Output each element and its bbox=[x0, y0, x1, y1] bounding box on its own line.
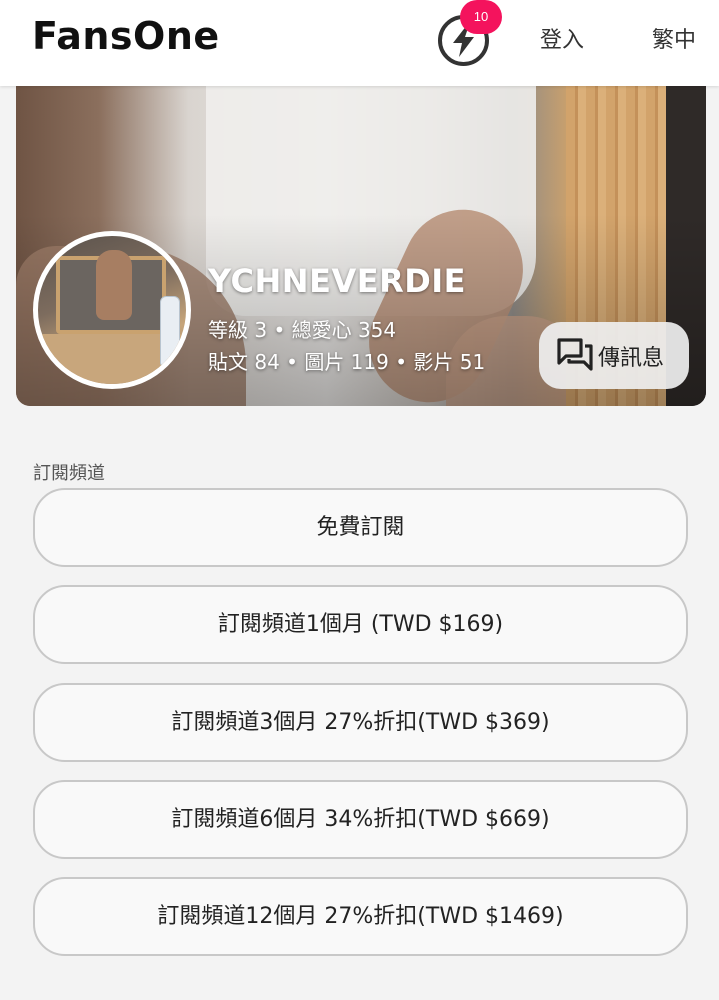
subscribe-12-month-button[interactable]: 訂閱頻道12個月 27%折扣(TWD $1469) bbox=[33, 877, 688, 956]
free-subscribe-button[interactable]: 免費訂閱 bbox=[33, 488, 688, 567]
top-bar: FansOne 10 登入 繁中 bbox=[0, 0, 719, 86]
chat-bubbles-icon bbox=[557, 338, 593, 371]
subscribe-6-month-button[interactable]: 訂閱頻道6個月 34%折扣(TWD $669) bbox=[33, 780, 688, 859]
profile-content-counts: 貼文 84 • 圖片 119 • 影片 51 bbox=[208, 350, 486, 374]
send-message-button[interactable]: 傳訊息 bbox=[539, 322, 689, 389]
login-link[interactable]: 登入 bbox=[540, 22, 584, 54]
subscription-section-label: 訂閱頻道 bbox=[33, 463, 105, 484]
subscribe-1-month-button[interactable]: 訂閱頻道1個月 (TWD $169) bbox=[33, 585, 688, 664]
language-selector[interactable]: 繁中 bbox=[652, 22, 696, 54]
send-message-label: 傳訊息 bbox=[598, 346, 665, 371]
profile-avatar[interactable] bbox=[33, 231, 191, 389]
profile-level-hearts: 等級 3 • 總愛心 354 bbox=[208, 318, 397, 342]
profile-name: YCHNEVERDIE bbox=[208, 262, 467, 300]
fansone-logo[interactable]: FansOne bbox=[32, 14, 220, 58]
notification-count-badge: 10 bbox=[460, 0, 502, 34]
subscribe-3-month-button[interactable]: 訂閱頻道3個月 27%折扣(TWD $369) bbox=[33, 683, 688, 762]
